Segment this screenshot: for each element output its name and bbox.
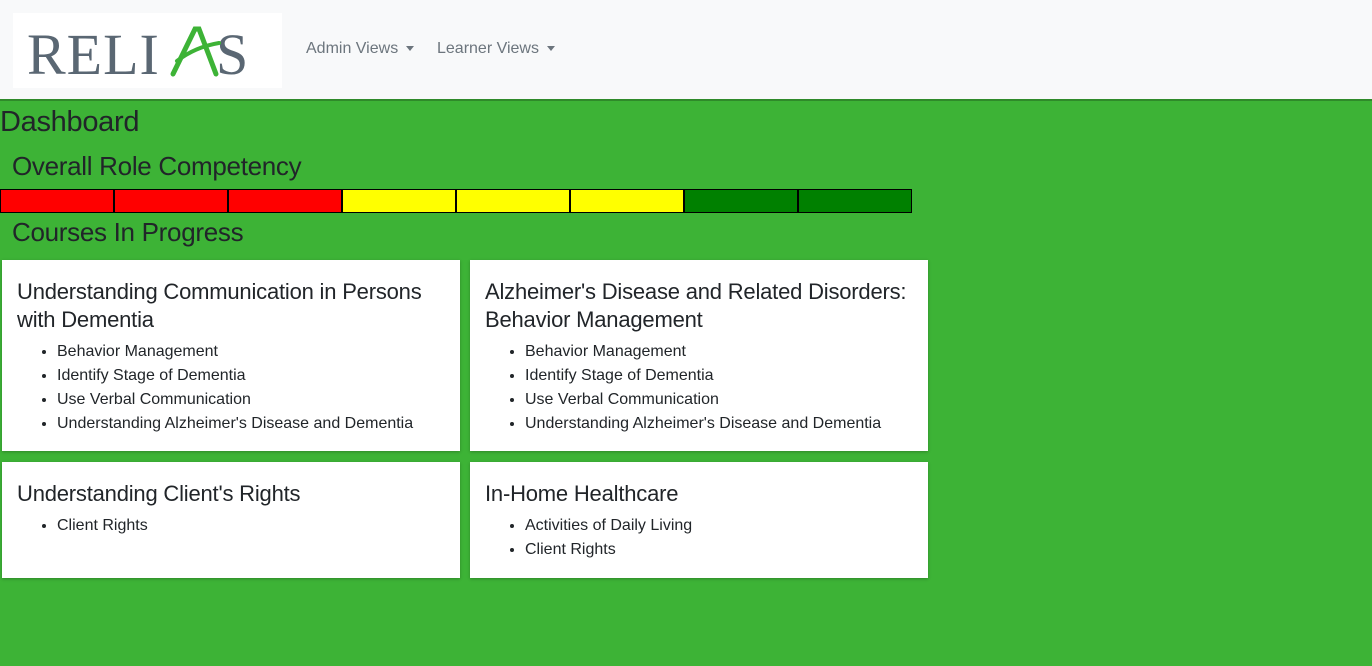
course-title[interactable]: Understanding Client's Rights (17, 480, 445, 508)
course-card[interactable]: In-Home Healthcare Activities of Daily L… (470, 462, 928, 578)
svg-text:S: S (216, 22, 248, 87)
competency-bar (0, 189, 913, 213)
admin-views-label: Admin Views (306, 40, 399, 57)
competency-title: Overall Role Competency (12, 151, 302, 181)
skill-item: Understanding Alzheimer's Disease and De… (525, 412, 913, 436)
skill-list: Behavior Management Identify Stage of De… (17, 340, 445, 436)
skill-list: Client Rights (17, 514, 445, 538)
competency-segment (342, 189, 456, 213)
skill-item: Understanding Alzheimer's Disease and De… (57, 412, 445, 436)
competency-segment (798, 189, 912, 213)
course-card[interactable]: Alzheimer's Disease and Related Disorder… (470, 260, 928, 451)
course-card[interactable]: Understanding Communication in Persons w… (2, 260, 460, 451)
competency-segment (570, 189, 684, 213)
skill-list: Activities of Daily Living Client Rights (485, 514, 913, 562)
learner-views-dropdown[interactable]: Learner Views (437, 40, 555, 58)
skill-item: Behavior Management (525, 340, 913, 364)
skill-item: Use Verbal Communication (57, 388, 445, 412)
course-title[interactable]: In-Home Healthcare (485, 480, 913, 508)
competency-segment (0, 189, 114, 213)
admin-views-dropdown[interactable]: Admin Views (306, 40, 415, 58)
competency-segment (684, 189, 798, 213)
skill-item: Client Rights (525, 538, 913, 562)
skill-item: Use Verbal Communication (525, 388, 913, 412)
course-title[interactable]: Alzheimer's Disease and Related Disorder… (485, 278, 913, 334)
relias-logo-graphic: RELI S (27, 22, 248, 87)
competency-segment (228, 189, 342, 213)
courses-title: Courses In Progress (12, 217, 244, 247)
caret-down-icon (546, 45, 555, 51)
competency-segment (456, 189, 570, 213)
skill-item: Activities of Daily Living (525, 514, 913, 538)
svg-text:RELI: RELI (27, 22, 160, 87)
skill-item: Identify Stage of Dementia (57, 364, 445, 388)
relias-logo[interactable]: RELI S (13, 13, 282, 88)
skill-item: Behavior Management (57, 340, 445, 364)
competency-segment (114, 189, 228, 213)
skill-list: Behavior Management Identify Stage of De… (485, 340, 913, 436)
top-navbar: RELI S Admin Views Learner Views (0, 0, 1372, 101)
page-title: Dashboard (0, 106, 140, 138)
caret-down-icon (406, 45, 415, 51)
skill-item: Identify Stage of Dementia (525, 364, 913, 388)
learner-views-label: Learner Views (437, 40, 539, 57)
course-card[interactable]: Understanding Client's Rights Client Rig… (2, 462, 460, 578)
course-title[interactable]: Understanding Communication in Persons w… (17, 278, 445, 334)
skill-item: Client Rights (57, 514, 445, 538)
